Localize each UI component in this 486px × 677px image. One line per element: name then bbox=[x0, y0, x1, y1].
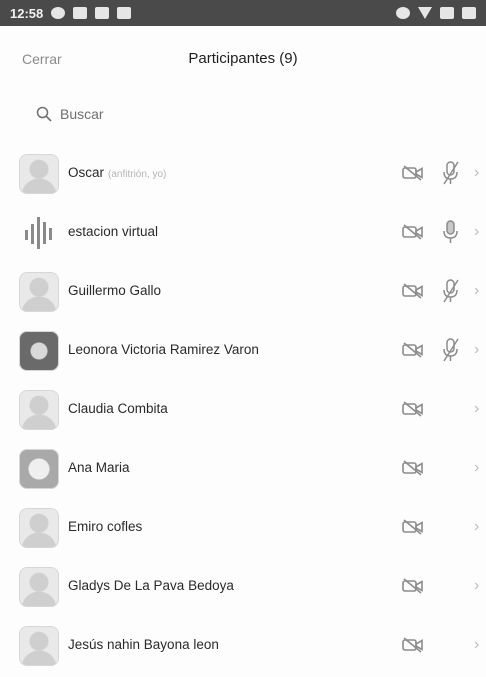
avatar bbox=[19, 390, 59, 430]
participant-name: Gladys De La Pava Bedoya bbox=[68, 578, 234, 593]
participant-name-text: Guillermo Gallo bbox=[68, 283, 162, 298]
participant-row[interactable]: Emiro cofles › bbox=[0, 500, 486, 559]
avatar bbox=[19, 272, 59, 312]
video-off-icon bbox=[402, 400, 424, 423]
search-icon bbox=[36, 106, 52, 122]
status-right bbox=[396, 7, 476, 19]
status-time: 12:58 bbox=[10, 5, 44, 21]
mic-muted-icon bbox=[442, 278, 460, 309]
chevron-right-icon: › bbox=[474, 577, 480, 594]
video-off-icon bbox=[402, 282, 424, 305]
participant-row[interactable]: Leonora Victoria Ramirez Varon › bbox=[0, 323, 486, 382]
participant-name: Oscar (anfitrión, yo) bbox=[68, 165, 166, 180]
participant-name-text: Ana Maria bbox=[68, 460, 130, 475]
mic-muted-icon bbox=[442, 337, 460, 368]
avatar bbox=[19, 567, 59, 607]
status-bar: 12:58 bbox=[0, 0, 486, 26]
participant-name: Guillermo Gallo bbox=[68, 283, 161, 298]
signal-notification-icon bbox=[73, 7, 88, 19]
battery-icon bbox=[462, 7, 476, 19]
chevron-right-icon: › bbox=[474, 341, 480, 358]
whatsapp-icon bbox=[51, 7, 66, 19]
avatar bbox=[19, 626, 59, 666]
mic-icon bbox=[442, 219, 460, 250]
participant-row[interactable]: Jesús nahin Bayona leon › bbox=[0, 618, 486, 677]
participant-name-text: Jesús nahin Bayona leon bbox=[68, 637, 219, 652]
chevron-right-icon: › bbox=[474, 223, 480, 240]
participant-row[interactable]: Gladys De La Pava Bedoya › bbox=[0, 559, 486, 618]
header: Cerrar Participantes (9) bbox=[0, 26, 486, 92]
participant-name: Leonora Victoria Ramirez Varon bbox=[68, 342, 259, 357]
avatar bbox=[19, 213, 59, 253]
search-placeholder: Buscar bbox=[60, 106, 104, 122]
status-left: 12:58 bbox=[10, 5, 132, 21]
cell-signal-icon bbox=[440, 7, 454, 19]
video-off-icon bbox=[402, 459, 424, 482]
participant-name-text: Gladys De La Pava Bedoya bbox=[68, 578, 234, 593]
chevron-right-icon: › bbox=[474, 459, 480, 476]
participant-name: Jesús nahin Bayona leon bbox=[68, 637, 219, 652]
avatar bbox=[19, 449, 59, 489]
participant-name-text: estacion virtual bbox=[68, 224, 159, 239]
avatar bbox=[19, 154, 59, 194]
video-off-icon bbox=[402, 223, 424, 246]
participant-role-note: (anfitrión, yo) bbox=[108, 169, 167, 180]
chevron-right-icon: › bbox=[474, 400, 480, 417]
participant-row[interactable]: Guillermo Gallo › bbox=[0, 264, 486, 323]
video-off-icon bbox=[402, 164, 424, 187]
chevron-right-icon: › bbox=[474, 518, 480, 535]
page-title: Participantes (9) bbox=[188, 50, 298, 67]
video-off-icon bbox=[402, 341, 424, 364]
search-input[interactable]: Buscar bbox=[36, 102, 104, 126]
participant-name-text: Oscar bbox=[68, 165, 105, 180]
participant-name: Emiro cofles bbox=[68, 519, 142, 534]
alarm-icon bbox=[396, 7, 410, 19]
video-off-icon bbox=[402, 518, 424, 541]
participant-row[interactable]: estacion virtual › bbox=[0, 205, 486, 264]
participant-name-text: Leonora Victoria Ramirez Varon bbox=[68, 342, 259, 357]
participant-name: Claudia Combita bbox=[68, 401, 168, 416]
participant-row[interactable]: Ana Maria › bbox=[0, 441, 486, 500]
avatar bbox=[19, 508, 59, 548]
video-notification-icon bbox=[117, 7, 132, 19]
chevron-right-icon: › bbox=[474, 164, 480, 181]
participant-name-text: Emiro cofles bbox=[68, 519, 143, 534]
avatar bbox=[19, 331, 59, 371]
gmail-icon bbox=[95, 7, 110, 19]
participant-list: Oscar (anfitrión, yo) › estacion virtual › Gu… bbox=[0, 146, 486, 677]
chevron-right-icon: › bbox=[474, 282, 480, 299]
mic-muted-icon bbox=[442, 160, 460, 191]
participant-row[interactable]: Claudia Combita › bbox=[0, 382, 486, 441]
participant-name: Ana Maria bbox=[68, 460, 130, 475]
participant-name: estacion virtual bbox=[68, 224, 158, 239]
participant-name-text: Claudia Combita bbox=[68, 401, 168, 416]
video-off-icon bbox=[402, 577, 424, 600]
participant-row[interactable]: Oscar (anfitrión, yo) › bbox=[0, 146, 486, 205]
chevron-right-icon: › bbox=[474, 636, 480, 653]
wifi-icon bbox=[418, 7, 432, 19]
video-off-icon bbox=[402, 636, 424, 659]
